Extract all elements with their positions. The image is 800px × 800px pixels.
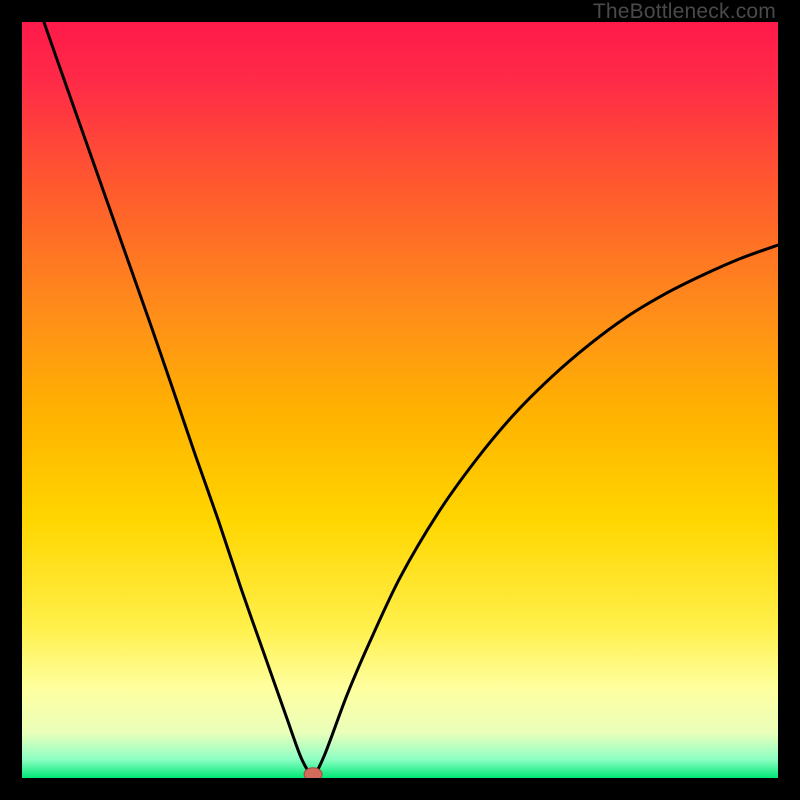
- bottleneck-chart: [22, 22, 778, 778]
- chart-frame: [22, 22, 778, 778]
- optimal-point-marker: [304, 768, 322, 778]
- watermark-text: TheBottleneck.com: [593, 0, 776, 24]
- gradient-background: [22, 22, 778, 778]
